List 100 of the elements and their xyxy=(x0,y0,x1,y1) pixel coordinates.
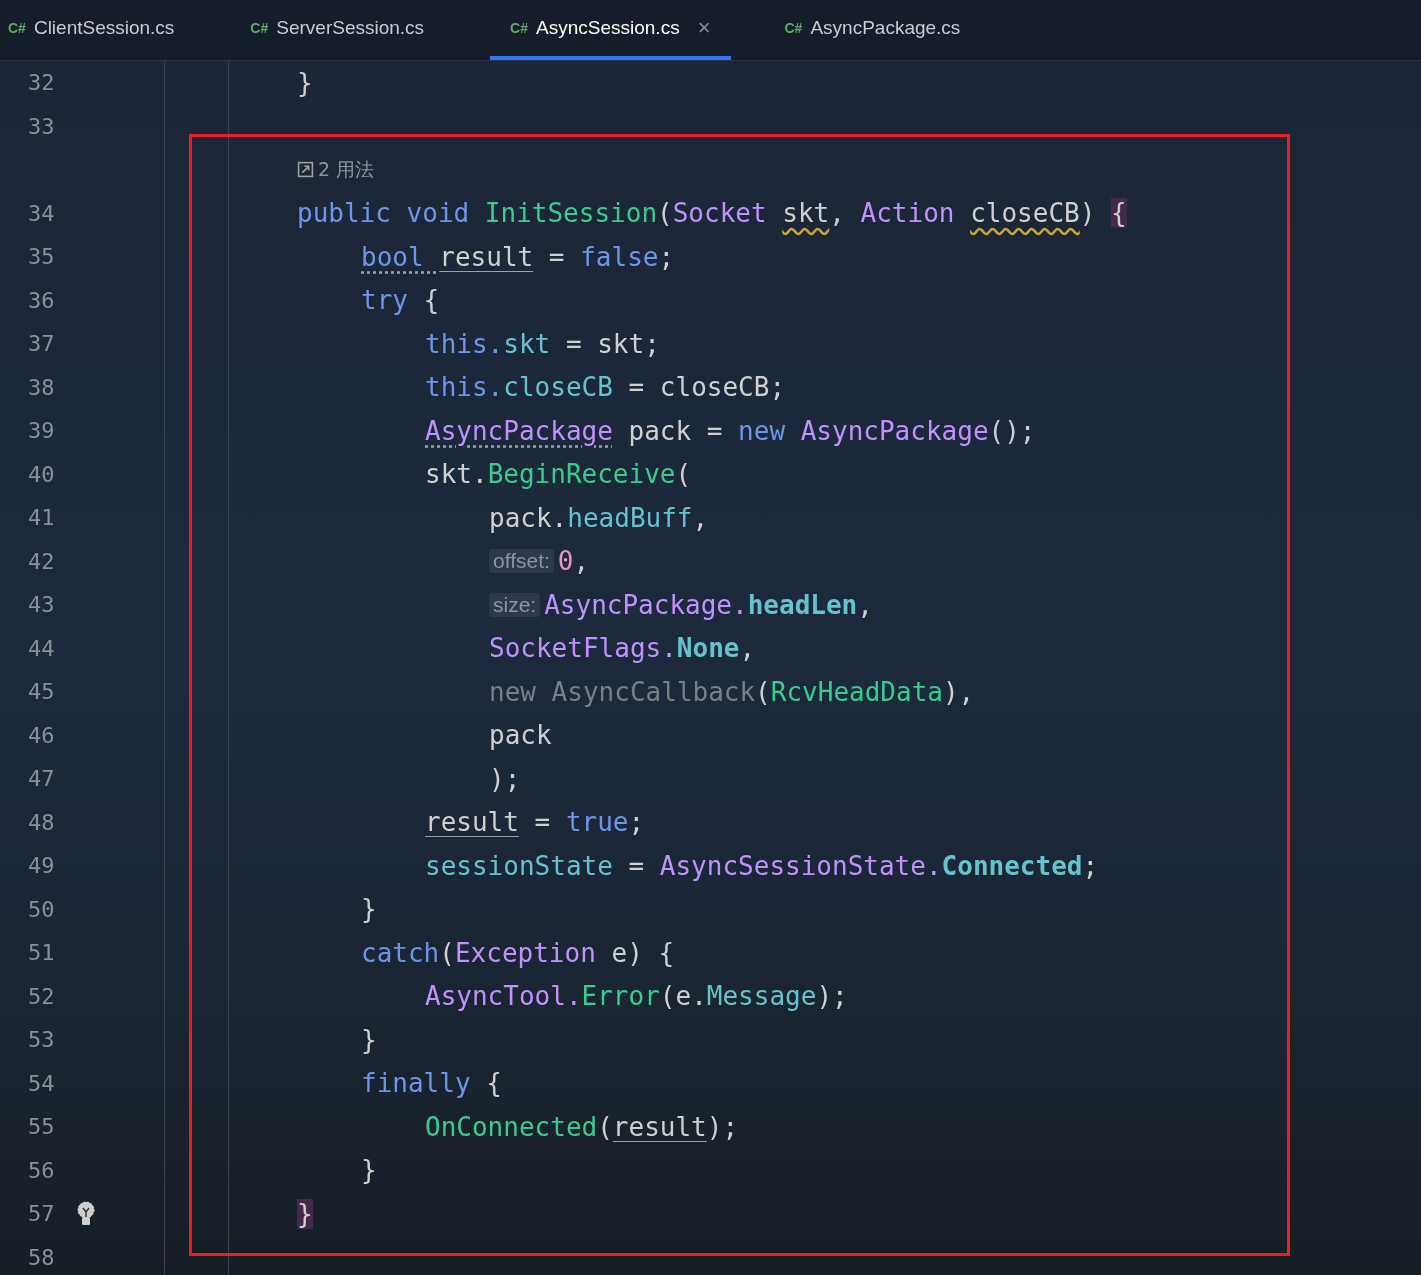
lightbulb-icon[interactable] xyxy=(76,1200,96,1227)
code-method: BeginReceive xyxy=(487,459,676,490)
code-type: AsyncPackage xyxy=(425,415,613,446)
line-number: 43 xyxy=(28,592,56,618)
code-field: None xyxy=(676,633,740,664)
line-number: 44 xyxy=(28,635,56,661)
code-text: skt. xyxy=(425,459,488,490)
code-keyword: finally xyxy=(361,1068,471,1099)
code-type: AsyncSessionState. xyxy=(659,850,942,881)
line-number: 45 xyxy=(28,679,56,705)
code-text: (e. xyxy=(659,981,707,1012)
line-number: 36 xyxy=(28,287,56,313)
code-text: = skt; xyxy=(564,328,660,359)
code-unused: new AsyncCallback xyxy=(489,676,756,707)
code-text: = xyxy=(533,807,552,838)
line-number: 57 xyxy=(28,1201,56,1227)
code-text: ( xyxy=(675,459,692,490)
code-text: ; xyxy=(1082,850,1099,881)
code-keyword: true xyxy=(565,807,629,838)
line-number: 47 xyxy=(28,766,56,792)
code-text: pack xyxy=(489,720,552,751)
code-text: = xyxy=(547,241,566,272)
code-text: = xyxy=(627,850,646,881)
csharp-file-icon: C# xyxy=(250,20,269,36)
code-type: AsyncPackage. xyxy=(544,589,748,620)
line-number: 51 xyxy=(28,940,56,966)
code-parameter: skt xyxy=(782,198,830,229)
code-keyword: this. xyxy=(425,328,504,359)
code-keyword: catch xyxy=(361,937,440,968)
line-number: 32 xyxy=(28,70,56,96)
line-number: 58 xyxy=(28,1244,56,1270)
code-number: 0 xyxy=(557,546,574,577)
code-text: ( xyxy=(657,198,673,229)
line-number: 39 xyxy=(28,418,56,444)
code-field: headBuff xyxy=(567,502,693,533)
code-text: } xyxy=(361,1024,377,1055)
line-number: 55 xyxy=(28,1114,56,1140)
csharp-file-icon: C# xyxy=(510,20,528,36)
code-keyword: false xyxy=(580,241,659,272)
external-link-icon[interactable] xyxy=(297,161,314,179)
editor-tab[interactable]: C# ServerSession.cs xyxy=(242,0,445,60)
code-method: Error xyxy=(581,981,660,1012)
code-text: ); xyxy=(489,763,521,794)
editor-tab[interactable]: C# ClientSession.cs xyxy=(0,0,195,60)
code-type: AsyncPackage xyxy=(800,415,989,446)
code-text: } xyxy=(361,1155,377,1186)
code-text: e) { xyxy=(610,937,675,968)
code-keyword: try xyxy=(361,285,408,316)
code-text: , xyxy=(829,198,846,229)
code-variable: result xyxy=(439,241,534,272)
code-text: , xyxy=(573,546,590,577)
code-brace: } xyxy=(297,1198,313,1229)
code-text: } xyxy=(297,67,313,98)
code-keyword: new xyxy=(738,415,787,446)
line-number: 41 xyxy=(28,505,56,531)
line-number: 40 xyxy=(28,461,56,487)
code-keyword: this. xyxy=(425,372,504,403)
code-text: , xyxy=(692,502,709,533)
code-field: skt xyxy=(503,328,551,359)
editor-tab[interactable]: C# AsyncSession.cs × xyxy=(490,0,731,60)
line-number: 50 xyxy=(28,896,56,922)
parameter-hint: size: xyxy=(489,592,541,617)
parameter-hint: offset: xyxy=(489,549,554,574)
code-text: (); xyxy=(988,415,1036,446)
code-text: } xyxy=(361,894,377,925)
code-type: SocketFlags. xyxy=(489,633,677,664)
line-number: 37 xyxy=(28,331,56,357)
code-field: Message xyxy=(706,981,817,1012)
line-number: 38 xyxy=(28,374,56,400)
code-text: ); xyxy=(816,981,848,1012)
code-text: ; xyxy=(628,807,645,838)
line-number: 54 xyxy=(28,1070,56,1096)
code-field: sessionState xyxy=(425,850,613,881)
line-number: 35 xyxy=(28,244,56,270)
code-brace: { xyxy=(1111,198,1127,229)
line-number: 46 xyxy=(28,722,56,748)
code-method: OnConnected xyxy=(425,1111,598,1142)
code-text: pack. xyxy=(489,502,568,533)
code-field: Connected xyxy=(941,850,1083,881)
code-text: { xyxy=(422,285,440,316)
code-text: ; xyxy=(658,241,675,272)
code-text: ), xyxy=(942,676,975,707)
csharp-file-icon: C# xyxy=(8,20,26,36)
code-method: RcvHeadData xyxy=(770,676,943,707)
code-text: ( xyxy=(439,937,455,968)
close-icon[interactable]: × xyxy=(697,15,711,41)
code-text: ( xyxy=(755,676,771,707)
code-text: ) xyxy=(1079,198,1097,229)
code-type: Socket xyxy=(672,198,768,229)
code-text: = closeCB; xyxy=(627,372,786,403)
code-variable: result xyxy=(612,1111,707,1142)
code-text: , xyxy=(739,633,756,664)
line-number: 52 xyxy=(28,983,56,1009)
editor-tab[interactable]: C# AsyncPackage.cs xyxy=(776,0,981,60)
csharp-file-icon: C# xyxy=(784,20,803,36)
usages-link[interactable]: 2 用法 xyxy=(318,156,375,183)
code-keyword: bool xyxy=(361,241,425,272)
code-type: Action xyxy=(860,198,956,229)
line-number: 42 xyxy=(28,548,56,574)
code-text: pack = xyxy=(627,415,724,446)
